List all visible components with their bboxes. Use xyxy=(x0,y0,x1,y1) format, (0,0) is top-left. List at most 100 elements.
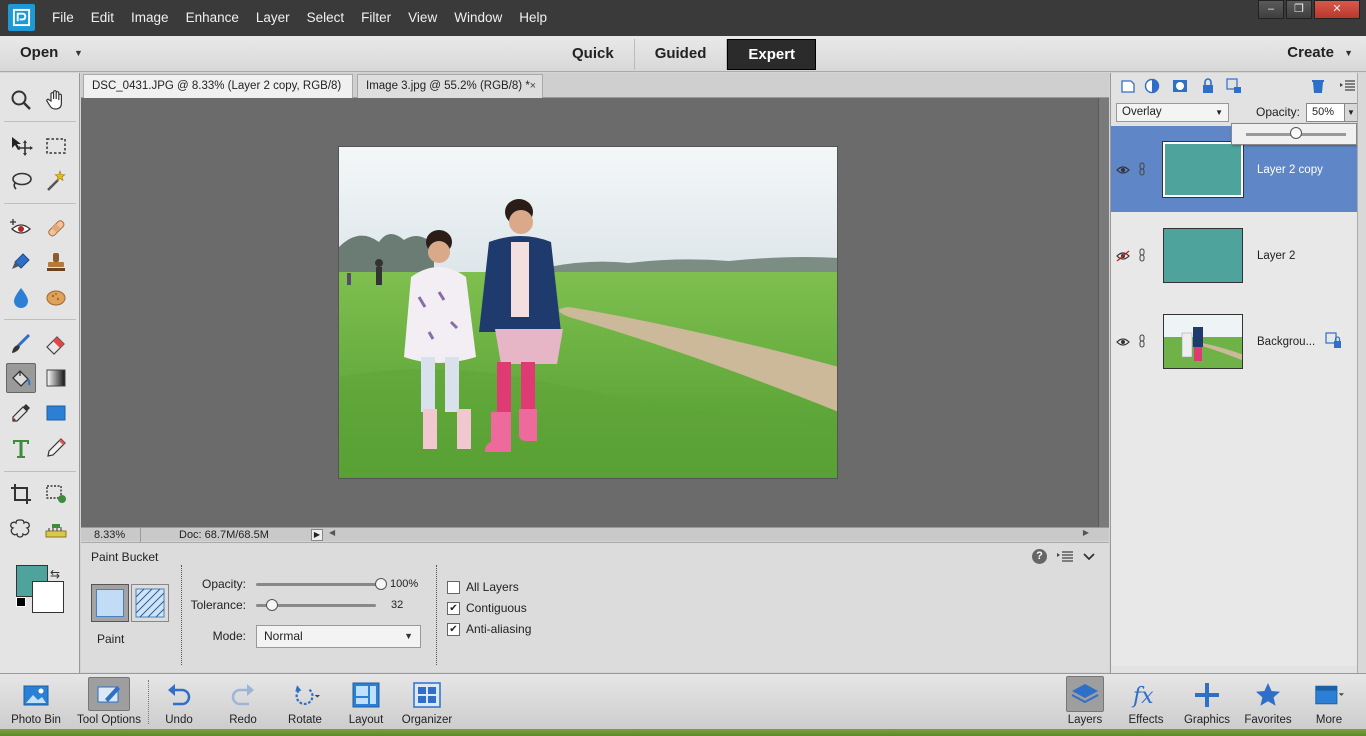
organizer-button[interactable]: Organizer xyxy=(395,674,459,730)
blur-tool-icon[interactable] xyxy=(6,282,36,312)
layers-panel-menu-icon[interactable] xyxy=(1339,77,1357,95)
open-dropdown-caret-icon[interactable]: ▼ xyxy=(74,48,83,58)
app-logo-icon[interactable] xyxy=(8,4,35,31)
canvas-horizontal-scrollbar[interactable]: ◀ ▶ xyxy=(325,528,1089,540)
visibility-hidden-eye-icon[interactable] xyxy=(1116,250,1130,262)
paint-fill-mode-button[interactable] xyxy=(91,584,129,622)
visibility-eye-icon[interactable] xyxy=(1116,336,1130,348)
zoom-level-field[interactable]: 8.33% xyxy=(81,528,141,542)
lasso-tool-icon[interactable] xyxy=(6,166,36,196)
default-colors-icon[interactable] xyxy=(16,597,26,607)
close-button[interactable]: ✕ xyxy=(1314,0,1360,19)
adjustment-layer-icon[interactable] xyxy=(1143,77,1161,95)
healing-brush-tool-icon[interactable] xyxy=(41,213,71,243)
tolerance-slider-knob[interactable] xyxy=(265,599,278,611)
document-photo[interactable] xyxy=(338,146,838,479)
paint-bucket-tool-icon[interactable] xyxy=(6,363,36,393)
swap-colors-icon[interactable]: ⇆ xyxy=(50,567,60,581)
visibility-eye-icon[interactable] xyxy=(1116,164,1130,176)
brush-tool-icon[interactable] xyxy=(6,329,36,359)
collapse-chevron-icon[interactable] xyxy=(1083,552,1095,562)
layer-blend-mode-select[interactable]: Overlay ▼ xyxy=(1116,103,1229,122)
layer-opacity-slider-popup[interactable] xyxy=(1231,123,1357,145)
link-chain-icon[interactable] xyxy=(1137,334,1147,348)
tab-close-icon[interactable]: × xyxy=(530,75,536,97)
gradient-tool-icon[interactable] xyxy=(41,363,71,393)
red-eye-tool-icon[interactable] xyxy=(6,213,36,243)
opacity-slider-track[interactable] xyxy=(256,583,381,586)
layer-thumbnail[interactable] xyxy=(1163,228,1243,283)
redo-button[interactable]: Redo xyxy=(211,674,275,730)
lock-all-icon[interactable] xyxy=(1199,77,1217,95)
layout-button[interactable]: Layout xyxy=(334,674,398,730)
menu-enhance[interactable]: Enhance xyxy=(186,0,249,36)
scroll-left-icon[interactable]: ◀ xyxy=(329,528,335,537)
menu-filter[interactable]: Filter xyxy=(361,0,401,36)
new-layer-icon[interactable] xyxy=(1119,77,1137,95)
layer-row-layer-2[interactable]: Layer 2 xyxy=(1111,212,1357,298)
pencil-tool-icon[interactable] xyxy=(41,433,71,463)
link-chain-icon[interactable] xyxy=(1137,162,1147,176)
rotate-button[interactable]: Rotate xyxy=(273,674,337,730)
contiguous-checkbox[interactable]: ✔ xyxy=(447,601,460,615)
eyedropper-tool-icon[interactable] xyxy=(6,398,36,428)
all-layers-checkbox-row[interactable]: All Layers xyxy=(447,580,519,594)
doc-tab-dsc0431[interactable]: DSC_0431.JPG @ 8.33% (Layer 2 copy, RGB/… xyxy=(83,74,353,114)
layer-mask-icon[interactable] xyxy=(1171,77,1189,95)
menu-layer[interactable]: Layer xyxy=(256,0,300,36)
layer-row-background[interactable]: Backgrou... xyxy=(1111,298,1357,384)
photo-bin-button[interactable]: Photo Bin xyxy=(4,674,68,730)
zoom-tool-icon[interactable] xyxy=(6,85,36,115)
menu-edit[interactable]: Edit xyxy=(91,0,124,36)
crop-tool-icon[interactable] xyxy=(6,479,36,509)
scroll-right-icon[interactable]: ▶ xyxy=(1083,528,1089,537)
marquee-tool-icon[interactable] xyxy=(41,131,71,161)
cookie-cutter-tool-icon[interactable] xyxy=(6,514,36,544)
favorites-button[interactable]: Favorites xyxy=(1236,674,1300,730)
mode-expert-tab[interactable]: Expert xyxy=(727,39,817,70)
link-chain-icon[interactable] xyxy=(1137,248,1147,262)
smart-brush-tool-icon[interactable] xyxy=(6,247,36,277)
sponge-tool-icon[interactable] xyxy=(41,282,71,312)
undo-button[interactable]: Undo xyxy=(147,674,211,730)
recompose-tool-icon[interactable] xyxy=(41,479,71,509)
help-icon[interactable]: ? xyxy=(1032,549,1047,564)
clone-stamp-tool-icon[interactable] xyxy=(41,247,71,277)
layers-button[interactable]: Layers xyxy=(1053,674,1117,730)
canvas-vertical-scrollbar[interactable] xyxy=(1098,98,1109,527)
menu-file[interactable]: File xyxy=(52,0,84,36)
straighten-tool-icon[interactable] xyxy=(41,514,71,544)
background-color-swatch[interactable] xyxy=(32,581,64,613)
shape-tool-icon[interactable] xyxy=(41,398,71,428)
move-tool-icon[interactable] xyxy=(6,131,36,161)
delete-layer-icon[interactable] xyxy=(1309,77,1327,95)
magic-wand-tool-icon[interactable] xyxy=(41,166,71,196)
panel-menu-icon[interactable] xyxy=(1057,550,1073,563)
restore-button[interactable]: ❐ xyxy=(1286,0,1312,19)
effects-button[interactable]: fx Effects xyxy=(1114,674,1178,730)
layer-thumbnail[interactable] xyxy=(1163,314,1243,369)
doc-tab-image3[interactable]: Image 3.jpg @ 55.2% (RGB/8) * × xyxy=(357,74,543,98)
tool-options-button[interactable]: Tool Options xyxy=(77,674,141,730)
open-button[interactable]: Open xyxy=(20,44,58,61)
contiguous-checkbox-row[interactable]: ✔ Contiguous xyxy=(447,601,527,615)
more-button[interactable]: More xyxy=(1297,674,1361,730)
canvas-area[interactable] xyxy=(81,98,1098,527)
menu-image[interactable]: Image xyxy=(131,0,179,36)
menu-window[interactable]: Window xyxy=(454,0,512,36)
minimize-button[interactable]: – xyxy=(1258,0,1284,19)
mode-quick-tab[interactable]: Quick xyxy=(552,39,635,70)
eraser-tool-icon[interactable] xyxy=(41,329,71,359)
pattern-fill-mode-button[interactable] xyxy=(131,584,169,622)
lock-transparent-icon[interactable] xyxy=(1225,77,1243,95)
graphics-button[interactable]: Graphics xyxy=(1175,674,1239,730)
menu-help[interactable]: Help xyxy=(519,0,557,36)
type-tool-icon[interactable] xyxy=(6,433,36,463)
create-dropdown-caret-icon[interactable]: ▼ xyxy=(1344,48,1353,58)
status-menu-arrow-icon[interactable]: ▶ xyxy=(311,529,323,541)
anti-aliasing-checkbox[interactable]: ✔ xyxy=(447,622,460,636)
layer-opacity-slider-knob[interactable] xyxy=(1290,127,1302,139)
create-button[interactable]: Create xyxy=(1287,44,1334,61)
all-layers-checkbox[interactable] xyxy=(447,580,460,594)
anti-aliasing-checkbox-row[interactable]: ✔ Anti-aliasing xyxy=(447,622,531,636)
